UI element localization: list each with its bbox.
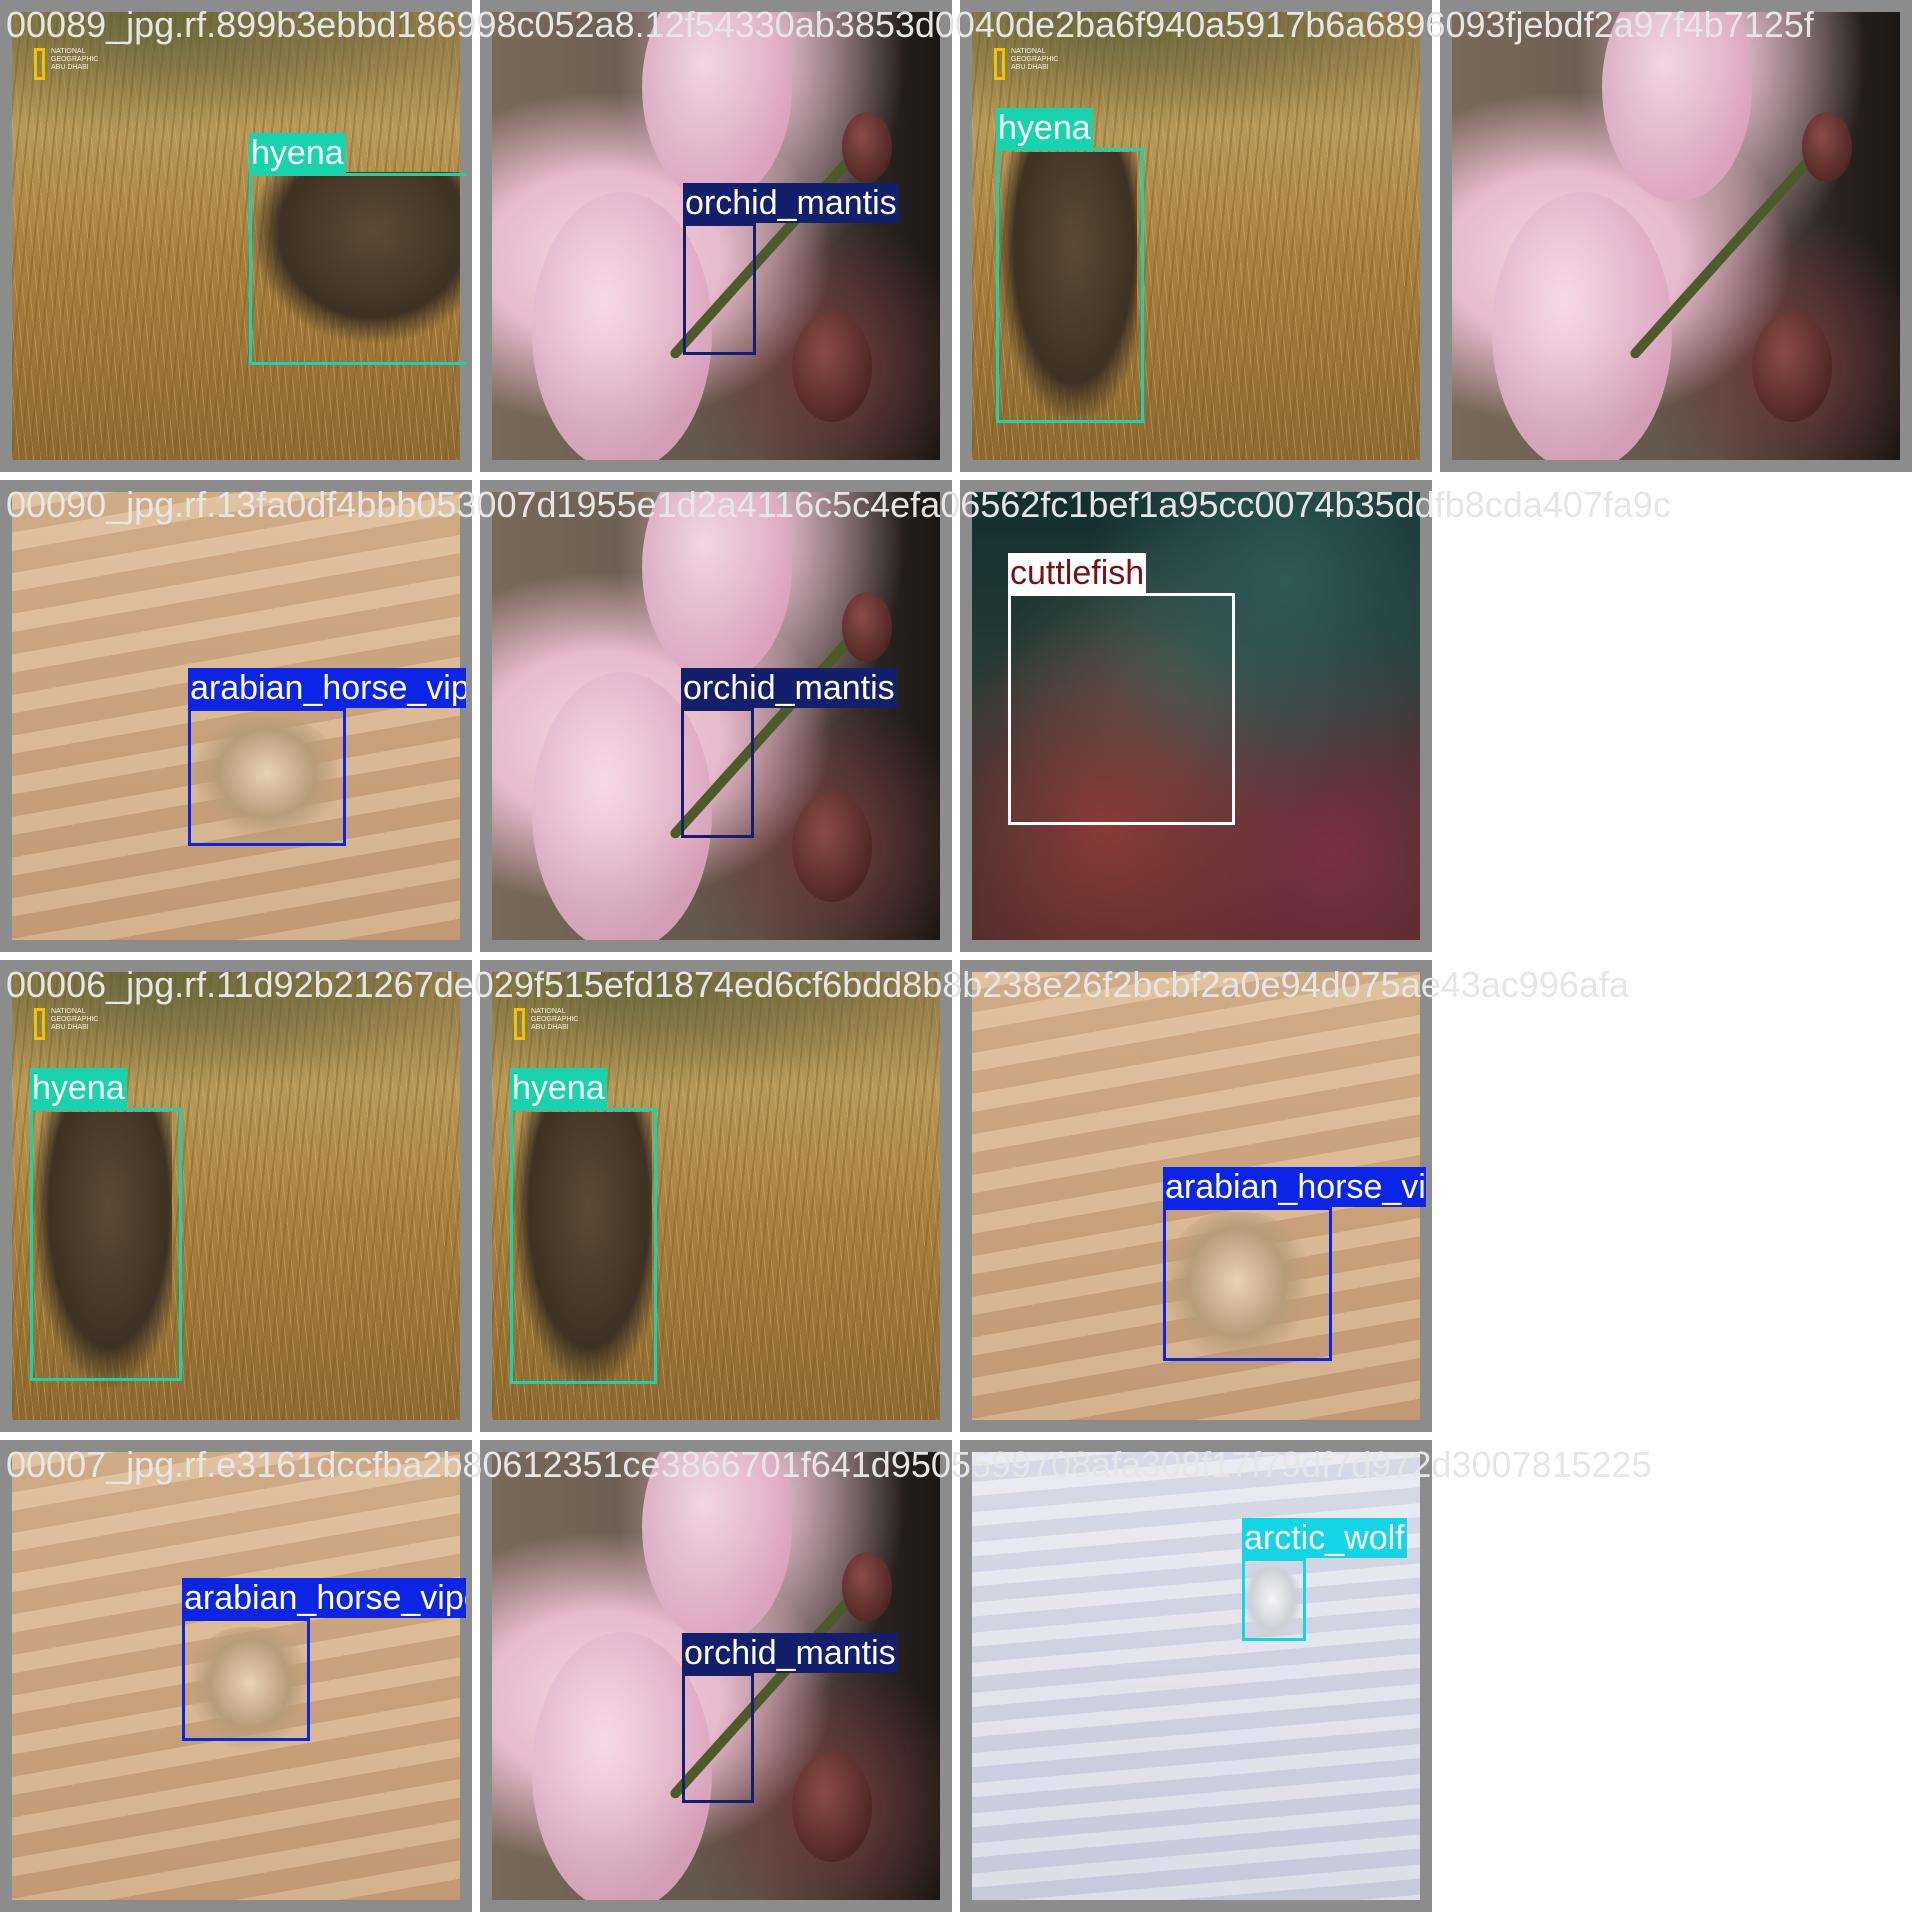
class-label: orchid_mantis — [682, 1633, 898, 1673]
bounding-box — [682, 1673, 754, 1803]
natgeo-logo: NATIONAL GEOGRAPHIC ABU DHABI — [994, 46, 1064, 86]
image-tile: orchid_mantis — [480, 480, 952, 952]
image-tile: NATIONAL GEOGRAPHIC ABU DHABI hyena — [480, 960, 952, 1432]
image-tile: orchid_mantis — [480, 0, 952, 472]
image-tile: arabian_horse_viper — [0, 1440, 472, 1912]
class-label: hyena — [249, 133, 346, 173]
image-tile: arctic_wolf — [960, 1440, 1432, 1912]
image-tile: orchid_mantis — [480, 1440, 952, 1912]
class-label: hyena — [510, 1068, 607, 1108]
bounding-box — [30, 1108, 182, 1381]
bounding-box — [681, 708, 754, 838]
bounding-box — [996, 148, 1144, 423]
bounding-box — [249, 173, 466, 365]
natgeo-logo: NATIONAL GEOGRAPHIC ABU DHABI — [34, 1006, 104, 1046]
image-tile: arabian_horse_viper — [960, 960, 1432, 1432]
bounding-box — [182, 1618, 310, 1741]
bounding-box — [1008, 593, 1235, 825]
class-label: hyena — [996, 108, 1093, 148]
image-tile: cuttlefish — [960, 480, 1432, 952]
image-tile: NATIONAL GEOGRAPHIC ABU DHABI hyena — [960, 0, 1432, 472]
class-label: orchid_mantis — [681, 668, 897, 708]
class-label: arabian_horse_viper — [182, 1578, 466, 1618]
image-tile — [1440, 0, 1912, 472]
filename-caption: 00090_jpg.rf.13fa0df4bbb053007d1955e1d2a… — [6, 484, 1671, 525]
bounding-box — [683, 223, 756, 355]
scene-orchid — [1452, 12, 1900, 460]
class-label: arabian_horse_viper — [1163, 1167, 1426, 1207]
class-label: arctic_wolf — [1242, 1518, 1407, 1558]
image-tile: NATIONAL GEOGRAPHIC ABU DHABI hyena — [0, 0, 472, 472]
class-label: orchid_mantis — [683, 183, 899, 223]
class-label: cuttlefish — [1008, 553, 1147, 593]
natgeo-logo: NATIONAL GEOGRAPHIC ABU DHABI — [514, 1006, 584, 1046]
image-tile: NATIONAL GEOGRAPHIC ABU DHABI hyena — [0, 960, 472, 1432]
bounding-box — [510, 1108, 657, 1384]
image-tile: arabian_horse_viper — [0, 480, 472, 952]
filename-caption: 00006_jpg.rf.11d92b21267de029f515efd1874… — [6, 964, 1629, 1005]
filename-caption: 00007_jpg.rf.e3161dccfba2b80612351ce3866… — [6, 1444, 1652, 1485]
class-label: hyena — [30, 1068, 127, 1108]
detection-mosaic: NATIONAL GEOGRAPHIC ABU DHABI hyena orchid… — [0, 0, 1920, 1920]
bounding-box — [188, 708, 346, 846]
filename-caption: 00089_jpg.rf.899b3ebbd186998c052a8.12f54… — [6, 4, 1814, 45]
bounding-box — [1163, 1207, 1332, 1361]
bounding-box — [1242, 1558, 1306, 1641]
natgeo-logo: NATIONAL GEOGRAPHIC ABU DHABI — [34, 46, 104, 86]
class-label: arabian_horse_viper — [188, 668, 466, 708]
